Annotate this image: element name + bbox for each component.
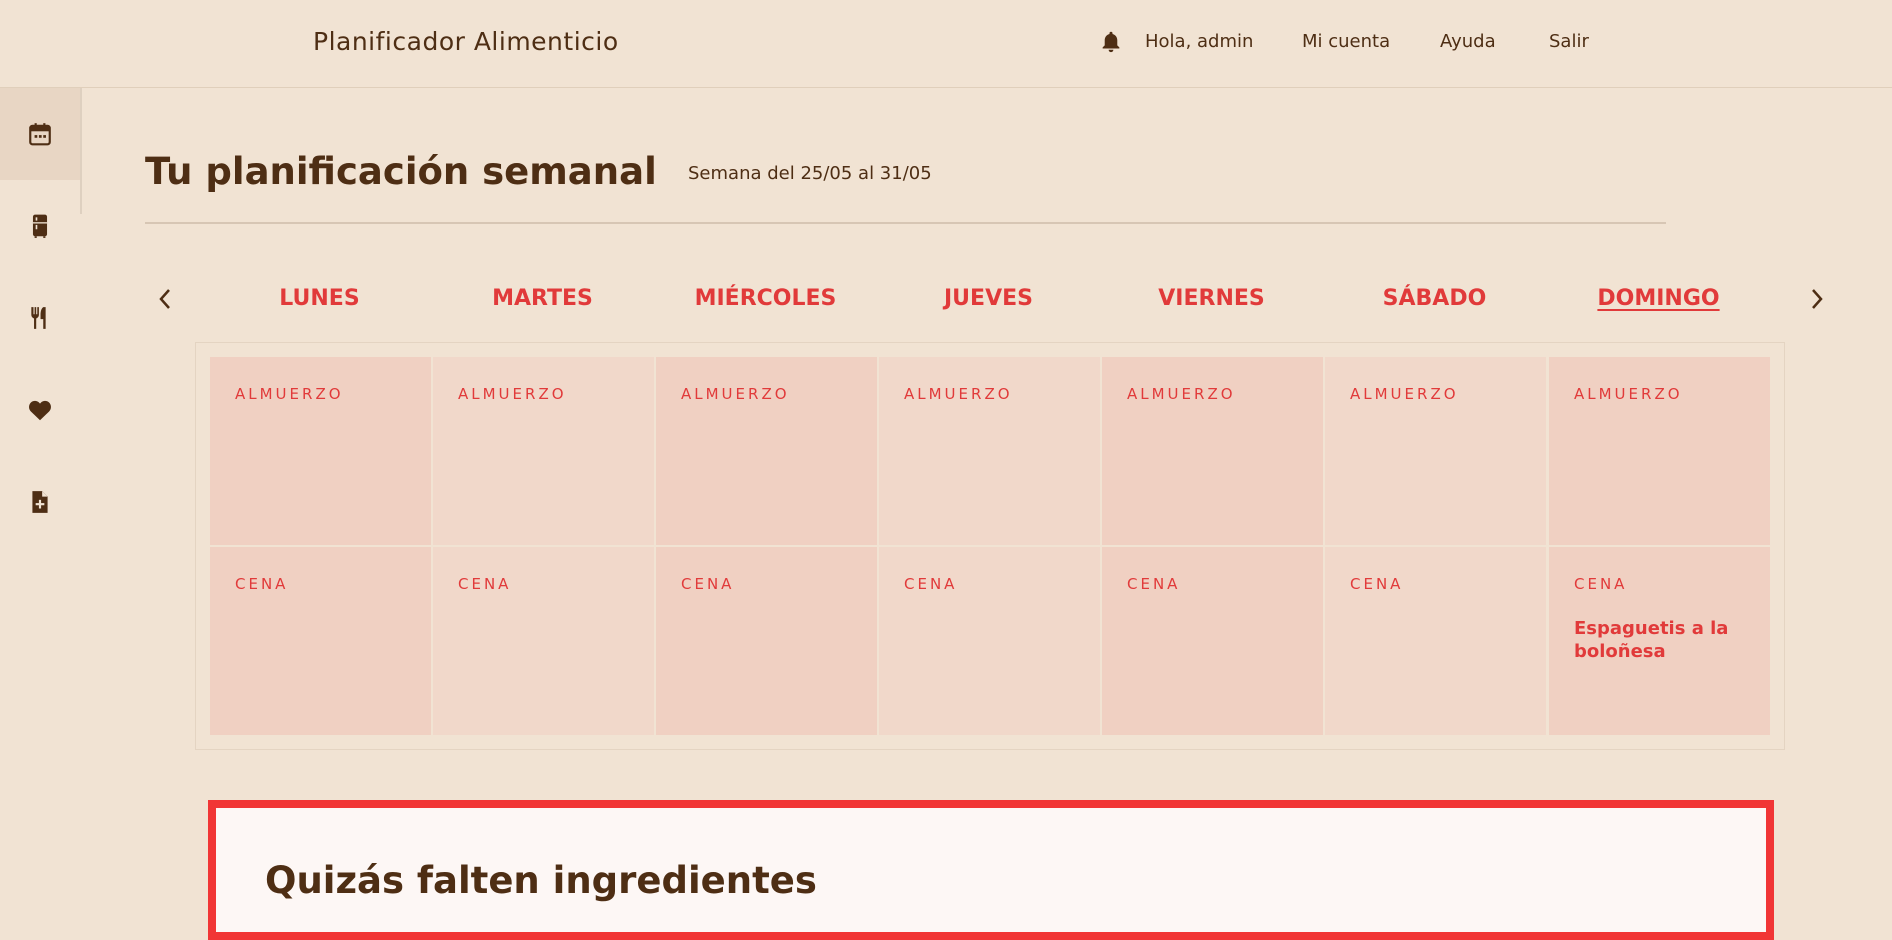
chevron-left-icon <box>159 289 170 309</box>
meal-cell-thursday-lunch[interactable]: ALMUERZO <box>879 357 1100 545</box>
meal-cell-friday-lunch[interactable]: ALMUERZO <box>1102 357 1323 545</box>
meal-label: CENA <box>904 575 958 593</box>
meal-cell-friday-dinner[interactable]: CENA <box>1102 547 1323 735</box>
sidebar <box>0 88 82 931</box>
meal-cell-wednesday-lunch[interactable]: ALMUERZO <box>656 357 877 545</box>
sidebar-item-calendar[interactable] <box>0 88 80 180</box>
utensils-icon <box>31 307 46 329</box>
sidebar-item-favorites[interactable] <box>0 364 80 456</box>
day-tab-monday[interactable]: LUNES <box>208 286 431 311</box>
day-tab-friday[interactable]: VIERNES <box>1100 286 1323 311</box>
next-week-button[interactable] <box>1802 283 1832 315</box>
nav-help[interactable]: Ayuda <box>1440 31 1496 52</box>
meal-label: ALMUERZO <box>1350 385 1459 403</box>
meal-label: ALMUERZO <box>1127 385 1236 403</box>
meal-label: CENA <box>1574 575 1628 593</box>
top-bar: Planificador Alimenticio Hola, admin Mi … <box>0 0 1892 88</box>
app-title[interactable]: Planificador Alimenticio <box>313 27 619 56</box>
meal-cell-thursday-dinner[interactable]: CENA <box>879 547 1100 735</box>
day-tab-tuesday[interactable]: MARTES <box>431 286 654 311</box>
meal-label: CENA <box>1127 575 1181 593</box>
meal-label: ALMUERZO <box>235 385 344 403</box>
day-tab-thursday[interactable]: JUEVES <box>877 286 1100 311</box>
meal-label: CENA <box>681 575 735 593</box>
day-tab-sunday[interactable]: DOMINGO <box>1547 286 1770 311</box>
meal-label: CENA <box>235 575 289 593</box>
sidebar-item-add-recipe[interactable] <box>0 456 80 548</box>
nav-my-account[interactable]: Mi cuenta <box>1302 31 1390 52</box>
meal-cell-tuesday-lunch[interactable]: ALMUERZO <box>433 357 654 545</box>
meal-cell-sunday-dinner[interactable]: CENA Espaguetis a la boloñesa <box>1549 547 1770 735</box>
day-tab-saturday[interactable]: SÁBADO <box>1323 286 1546 311</box>
user-greeting: Hola, admin <box>1145 31 1254 52</box>
meal-label: CENA <box>458 575 512 593</box>
bell-icon[interactable] <box>1098 28 1124 56</box>
divider <box>145 222 1666 224</box>
meal-label: ALMUERZO <box>904 385 1013 403</box>
file-plus-icon <box>32 491 48 513</box>
sidebar-item-fridge[interactable] <box>0 180 80 272</box>
meal-dish-link[interactable]: Espaguetis a la boloñesa <box>1574 617 1754 663</box>
meal-label: CENA <box>1350 575 1404 593</box>
meal-cell-wednesday-dinner[interactable]: CENA <box>656 547 877 735</box>
page-title: Tu planificación semanal <box>145 150 657 193</box>
calendar-icon <box>29 123 51 146</box>
heart-icon <box>29 400 51 421</box>
meal-cell-sunday-lunch[interactable]: ALMUERZO <box>1549 357 1770 545</box>
sidebar-item-recipes[interactable] <box>0 272 80 364</box>
meal-cell-saturday-lunch[interactable]: ALMUERZO <box>1325 357 1546 545</box>
nav-logout[interactable]: Salir <box>1549 31 1589 52</box>
alert-title: Quizás falten ingredientes <box>265 859 817 902</box>
week-range: Semana del 25/05 al 31/05 <box>688 163 932 184</box>
meal-label: ALMUERZO <box>458 385 567 403</box>
meal-cell-saturday-dinner[interactable]: CENA <box>1325 547 1546 735</box>
fridge-icon <box>32 214 48 238</box>
day-tab-wednesday[interactable]: MIÉRCOLES <box>654 286 877 311</box>
meal-label: ALMUERZO <box>1574 385 1683 403</box>
meal-cell-tuesday-dinner[interactable]: CENA <box>433 547 654 735</box>
chevron-right-icon <box>1812 289 1823 309</box>
meal-label: ALMUERZO <box>681 385 790 403</box>
meal-cell-monday-dinner[interactable]: CENA <box>210 547 431 735</box>
meal-cell-monday-lunch[interactable]: ALMUERZO <box>210 357 431 545</box>
prev-week-button[interactable] <box>150 283 180 315</box>
